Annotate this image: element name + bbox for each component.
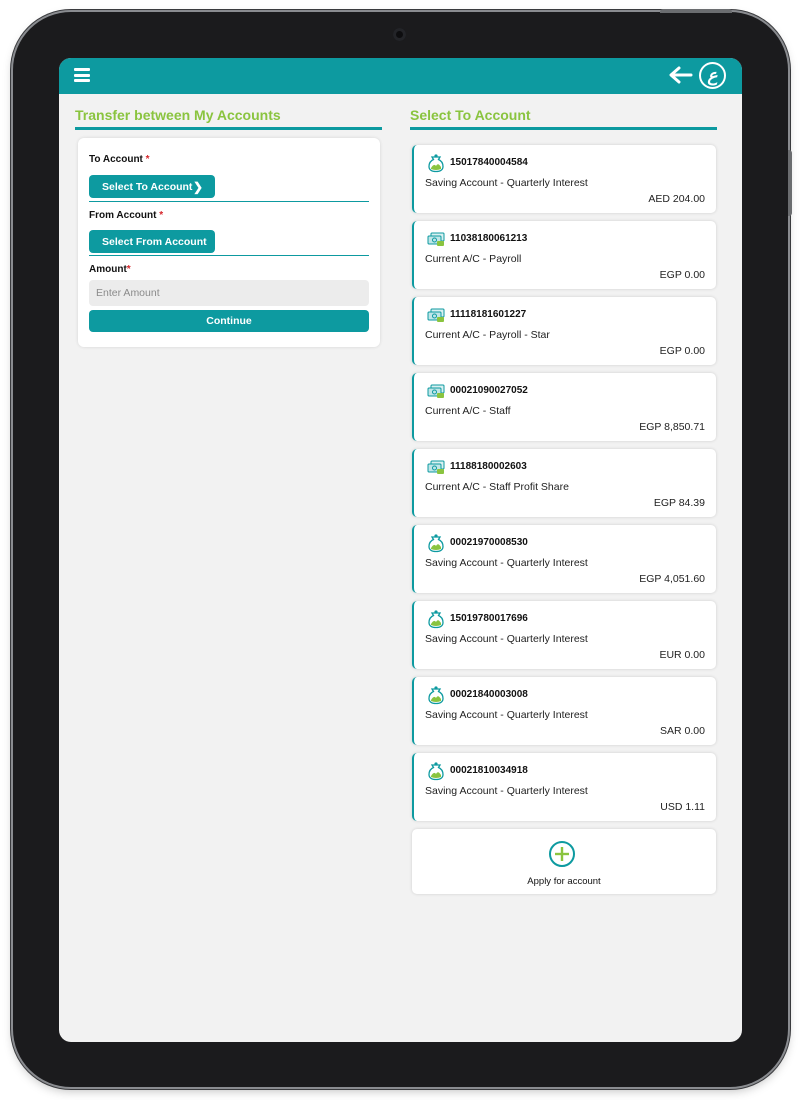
transfer-form: To Account * Select To Account ❯ From Ac… (78, 138, 380, 347)
hamburger-menu-icon[interactable] (74, 68, 90, 82)
account-number: 11118181601227 (450, 309, 527, 320)
account-card[interactable]: 11118181601227 Current A/C - Payroll - St… (412, 297, 716, 365)
select-from-account-button[interactable]: Select From Account (89, 230, 215, 253)
account-balance: EGP 0.00 (659, 269, 705, 281)
apply-for-account-label: Apply for account (527, 876, 601, 887)
account-type: Saving Account - Quarterly Interest (425, 785, 588, 797)
savings-jar-icon (426, 609, 446, 629)
cash-stack-icon (426, 305, 446, 325)
to-account-divider (89, 201, 369, 202)
select-to-account-underline (410, 127, 717, 130)
account-card[interactable]: 00021810034918 Saving Account - Quarterly… (412, 753, 716, 821)
account-balance: EGP 84.39 (653, 497, 705, 509)
account-balance: EGP 0.00 (659, 345, 705, 357)
account-type: Current A/C - Payroll - Star (425, 329, 550, 341)
account-type: Current A/C - Payroll (425, 253, 522, 265)
account-card[interactable]: 15017840004584 Saving Account - Quarterly… (412, 145, 716, 213)
account-card[interactable]: 00021090027052 Current A/C - Staff EGP 8,8… (412, 373, 716, 441)
bank-logo-icon[interactable]: ع (699, 62, 726, 89)
savings-jar-icon (426, 153, 446, 173)
chevron-right-icon: ❯ (192, 180, 203, 194)
top-bar: ع (59, 58, 742, 94)
account-number: 00021840003008 (450, 689, 528, 700)
account-balance: AED 204.00 (648, 193, 705, 205)
arrow-left-icon[interactable] (667, 64, 693, 86)
account-number: 11188180002603 (450, 461, 527, 472)
tablet-power-button (660, 9, 732, 13)
account-card[interactable]: 11038180061213 Current A/C - Payroll EGP 0… (412, 221, 716, 289)
account-number: 00021970008530 (450, 537, 528, 548)
cash-stack-icon (426, 229, 446, 249)
account-number: 15019780017696 (450, 613, 528, 624)
transfer-title: Transfer between My Accounts (75, 107, 281, 123)
account-balance: USD 1.11 (660, 801, 705, 813)
select-to-account-title: Select To Account (410, 107, 531, 123)
account-card[interactable]: 11188180002603 Current A/C - Staff Profit… (412, 449, 716, 517)
account-balance: EGP 8,850.71 (639, 421, 705, 433)
to-account-label: To Account * (89, 154, 150, 165)
select-to-account-button[interactable]: Select To Account ❯ (89, 175, 215, 198)
account-type: Saving Account - Quarterly Interest (425, 557, 588, 569)
account-type: Saving Account - Quarterly Interest (425, 709, 588, 721)
continue-button[interactable]: Continue (89, 310, 369, 332)
tablet-volume-button (788, 150, 792, 216)
savings-jar-icon (426, 533, 446, 553)
transfer-title-underline (75, 127, 382, 130)
select-from-account-label: Select From Account (102, 235, 207, 248)
account-number: 11038180061213 (450, 233, 528, 244)
savings-jar-icon (426, 685, 446, 705)
account-type: Current A/C - Staff Profit Share (425, 481, 569, 493)
cash-stack-icon (426, 381, 446, 401)
account-type: Saving Account - Quarterly Interest (425, 177, 588, 189)
front-camera (393, 28, 406, 41)
account-balance: EGP 4,051.60 (639, 573, 705, 585)
amount-input[interactable] (89, 280, 369, 306)
account-number: 15017840004584 (450, 157, 528, 168)
account-list: 15017840004584 Saving Account - Quarterly… (412, 145, 716, 894)
account-number: 00021090027052 (450, 385, 528, 396)
plus-circle-icon (549, 841, 575, 867)
savings-jar-icon (426, 761, 446, 781)
amount-label: Amount* (89, 264, 131, 275)
select-to-account-label: Select To Account (102, 180, 193, 193)
apply-for-account-card[interactable]: Apply for account (412, 829, 716, 894)
from-account-label: From Account * (89, 210, 164, 221)
cash-stack-icon (426, 457, 446, 477)
app-screen: ع Transfer between My Accounts To Accoun… (59, 58, 742, 1042)
account-type: Current A/C - Staff (425, 405, 511, 417)
account-card[interactable]: 15019780017696 Saving Account - Quarterly… (412, 601, 716, 669)
account-number: 00021810034918 (450, 765, 528, 776)
account-card[interactable]: 00021840003008 Saving Account - Quarterly… (412, 677, 716, 745)
account-card[interactable]: 00021970008530 Saving Account - Quarterly… (412, 525, 716, 593)
account-balance: SAR 0.00 (660, 725, 705, 737)
from-account-divider (89, 255, 369, 256)
account-balance: EUR 0.00 (659, 649, 705, 661)
account-type: Saving Account - Quarterly Interest (425, 633, 588, 645)
